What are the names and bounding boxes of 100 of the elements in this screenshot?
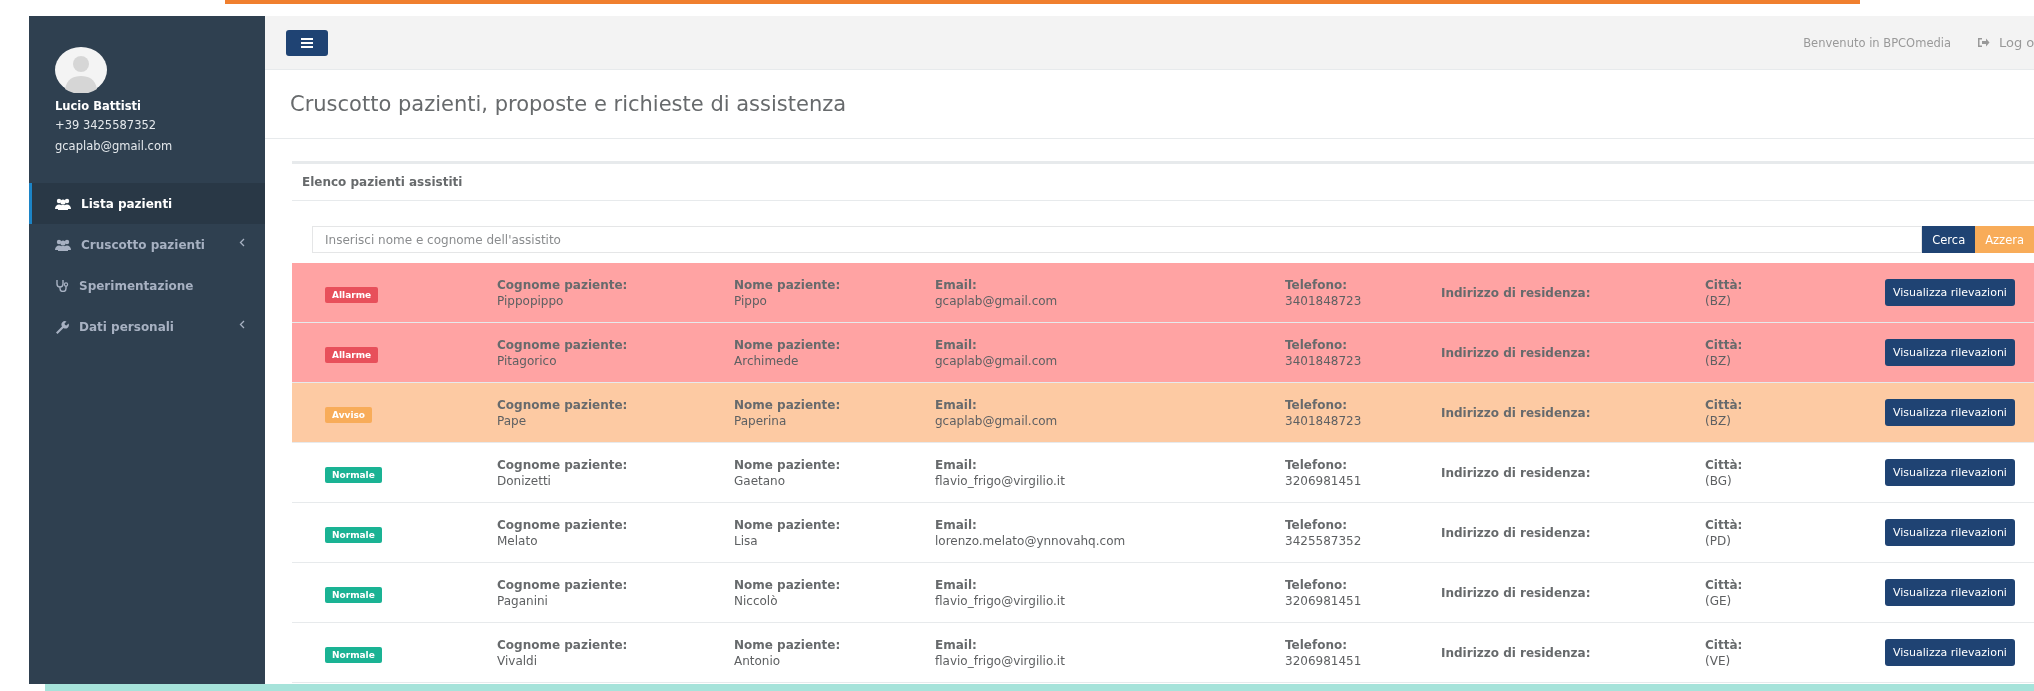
field-label: Email:	[935, 576, 978, 593]
status-badge: Avviso	[325, 406, 372, 423]
field-label: Telefono:	[1285, 636, 1349, 653]
logout-icon	[1977, 37, 1990, 48]
field-value: 3401848723	[1285, 352, 1363, 369]
field-value: (BZ)	[1705, 412, 1732, 429]
field-label: Telefono:	[1285, 396, 1349, 413]
field-label: Città:	[1705, 636, 1744, 653]
field-value: Pippo	[734, 292, 768, 309]
field-value: (BZ)	[1705, 292, 1732, 309]
field-value: Pippopippo	[497, 292, 565, 309]
field-value: Pape	[497, 412, 528, 429]
field-label: Cognome paziente:	[497, 456, 629, 473]
view-readings-button[interactable]: Visualizza rilevazioni	[1885, 519, 2015, 546]
field-label: Telefono:	[1285, 336, 1349, 353]
field-label: Nome paziente:	[734, 636, 842, 653]
field-label: Città:	[1705, 456, 1744, 473]
field-label: Cognome paziente:	[497, 396, 629, 413]
view-readings-button[interactable]: Visualizza rilevazioni	[1885, 639, 2015, 666]
field-label: Indirizzo di residenza:	[1441, 404, 1592, 421]
menu-icon[interactable]	[286, 29, 328, 56]
field-label: Email:	[935, 336, 978, 353]
field-value: (BG)	[1705, 472, 1733, 489]
field-label: Telefono:	[1285, 456, 1349, 473]
field-label: Indirizzo di residenza:	[1441, 284, 1592, 301]
field-value: 3401848723	[1285, 292, 1363, 309]
search-field[interactable]: Inserisci nome e cognome dell'assistito	[312, 226, 1923, 253]
field-value: (BZ)	[1705, 352, 1732, 369]
field-value: flavio_frigo@virgilio.it	[935, 652, 1066, 669]
field-value: Donizetti	[497, 472, 552, 489]
field-label: Telefono:	[1285, 576, 1349, 593]
field-value: Pitagorico	[497, 352, 558, 369]
field-value: 3425587352	[1285, 532, 1363, 549]
field-value: Melato	[497, 532, 539, 549]
view-readings-button[interactable]: Visualizza rilevazioni	[1885, 579, 2015, 606]
field-label: Indirizzo di residenza:	[1441, 584, 1592, 601]
view-readings-button[interactable]: Visualizza rilevazioni	[1885, 279, 2015, 306]
field-value: 3206981451	[1285, 652, 1363, 669]
field-value: Archimede	[734, 352, 800, 369]
field-label: Indirizzo di residenza:	[1441, 644, 1592, 661]
field-label: Nome paziente:	[734, 456, 842, 473]
field-label: Email:	[935, 276, 978, 293]
field-label: Nome paziente:	[734, 576, 842, 593]
field-value: 3206981451	[1285, 592, 1363, 609]
status-badge: Normale	[325, 646, 382, 663]
field-label: Cognome paziente:	[497, 336, 629, 353]
status-badge: Allarme	[325, 286, 379, 303]
field-value: Niccolò	[734, 592, 779, 609]
field-label: Città:	[1705, 576, 1744, 593]
user-phone: +39 3425587352	[55, 117, 158, 134]
field-label: Città:	[1705, 516, 1744, 533]
field-label: Indirizzo di residenza:	[1441, 524, 1592, 541]
field-label: Telefono:	[1285, 516, 1349, 533]
status-badge: Normale	[325, 526, 382, 543]
status-badge: Normale	[325, 586, 382, 603]
status-badge: Allarme	[325, 346, 379, 363]
welcome-text: Benvenuto in BPCOmedia	[1803, 35, 1951, 50]
field-value: Antonio	[734, 652, 782, 669]
field-value: Vivaldi	[497, 652, 539, 669]
search-button[interactable]: Cerca	[1922, 226, 1976, 253]
user-name: Lucio Battisti	[55, 98, 142, 115]
field-value: Lisa	[734, 532, 759, 549]
field-label: Indirizzo di residenza:	[1441, 344, 1592, 361]
view-readings-button[interactable]: Visualizza rilevazioni	[1885, 459, 2015, 486]
avatar-icon	[55, 47, 107, 93]
field-label: Nome paziente:	[734, 516, 842, 533]
field-label: Città:	[1705, 396, 1744, 413]
field-value: Gaetano	[734, 472, 787, 489]
view-readings-button[interactable]: Visualizza rilevazioni	[1885, 339, 2015, 366]
field-label: Cognome paziente:	[497, 516, 629, 533]
field-label: Email:	[935, 396, 978, 413]
sidebar-item[interactable]: Dati personali	[29, 306, 265, 347]
field-label: Email:	[935, 636, 978, 653]
field-value: (GE)	[1705, 592, 1733, 609]
stethoscope-icon	[55, 279, 69, 292]
field-value: lorenzo.melato@ynnovahq.com	[935, 532, 1127, 549]
panel-title: Elenco pazienti assistiti	[302, 175, 463, 189]
sidebar-item[interactable]: Cruscotto pazienti	[29, 224, 265, 265]
sidebar-item[interactable]: Lista pazienti	[29, 183, 265, 224]
view-readings-button[interactable]: Visualizza rilevazioni	[1885, 399, 2015, 426]
field-value: flavio_frigo@virgilio.it	[935, 472, 1066, 489]
field-value: 3401848723	[1285, 412, 1363, 429]
sidebar-item[interactable]: Sperimentazione	[29, 265, 265, 306]
users-icon	[55, 197, 71, 210]
field-label: Città:	[1705, 276, 1744, 293]
field-value: Paganini	[497, 592, 549, 609]
field-label: Telefono:	[1285, 276, 1349, 293]
field-value: gcaplab@gmail.com	[935, 412, 1059, 429]
field-value: (PD)	[1705, 532, 1732, 549]
field-label: Città:	[1705, 336, 1744, 353]
field-value: 3206981451	[1285, 472, 1363, 489]
field-label: Nome paziente:	[734, 276, 842, 293]
users-icon	[55, 238, 71, 251]
field-value: flavio_frigo@virgilio.it	[935, 592, 1066, 609]
field-label: Email:	[935, 516, 978, 533]
page-title: Cruscotto pazienti, proposte e richieste di assistenza	[290, 92, 847, 116]
field-value: Paperina	[734, 412, 788, 429]
field-value: (VE)	[1705, 652, 1732, 669]
status-badge: Normale	[325, 466, 382, 483]
field-label: Nome paziente:	[734, 336, 842, 353]
